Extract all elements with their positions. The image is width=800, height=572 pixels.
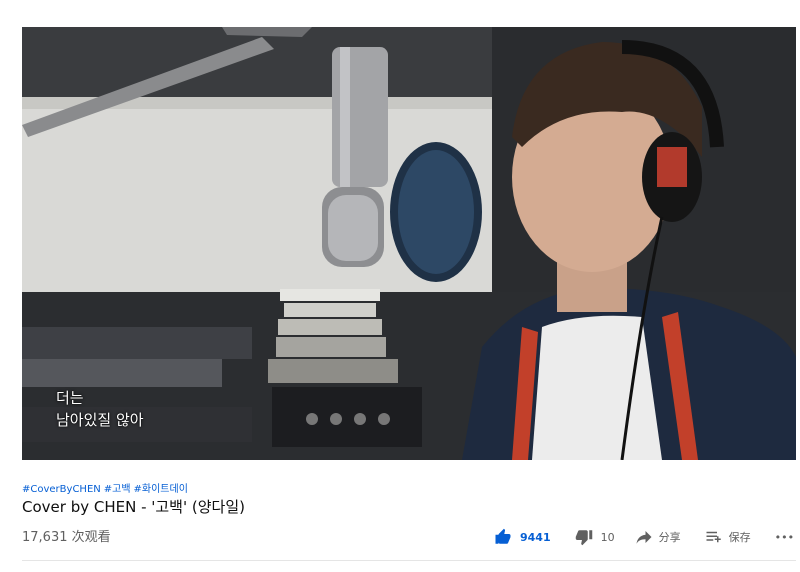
like-count: 9441 bbox=[520, 530, 551, 544]
divider bbox=[22, 560, 796, 561]
video-title: Cover by CHEN - '고백' (양다일) bbox=[22, 498, 245, 516]
hashtag-row: #CoverByCHEN #고백 #화이트데이 bbox=[22, 480, 191, 495]
like-button[interactable]: 9441 bbox=[494, 526, 551, 548]
thumbs-down-icon bbox=[575, 530, 592, 546]
action-bar: 9441 10 分享 保存 ••• bbox=[494, 526, 794, 548]
hashtag-link[interactable]: #CoverByCHEN bbox=[22, 484, 101, 495]
dislike-count: 10 bbox=[600, 530, 615, 544]
save-button[interactable]: 保存 bbox=[705, 526, 751, 548]
thumbs-up-icon bbox=[495, 528, 511, 544]
more-icon: ••• bbox=[774, 530, 795, 544]
video-player[interactable]: 더는 남아있질 않아 bbox=[22, 27, 796, 460]
video-watch-page: 더는 남아있질 않아 #CoverByCHEN #고백 #화이트데이 Cover b… bbox=[0, 0, 800, 572]
more-actions-button[interactable]: ••• bbox=[775, 526, 794, 548]
hashtag-link[interactable]: #화이트데이 bbox=[134, 484, 188, 495]
save-label: 保存 bbox=[728, 531, 751, 544]
share-arrow-icon bbox=[636, 531, 652, 544]
dislike-button[interactable]: 10 bbox=[575, 526, 615, 548]
share-button[interactable]: 分享 bbox=[635, 526, 681, 548]
share-label: 分享 bbox=[658, 531, 681, 544]
playlist-add-icon bbox=[706, 531, 721, 543]
subtitle-line-1: 더는 bbox=[56, 389, 84, 407]
view-count: 17,631 次观看 bbox=[22, 530, 111, 545]
subtitle-line-2: 남아있질 않아 bbox=[56, 411, 144, 429]
video-subtitle: 더는 남아있질 않아 bbox=[56, 387, 144, 431]
hashtag-link[interactable]: #고백 bbox=[104, 484, 131, 495]
